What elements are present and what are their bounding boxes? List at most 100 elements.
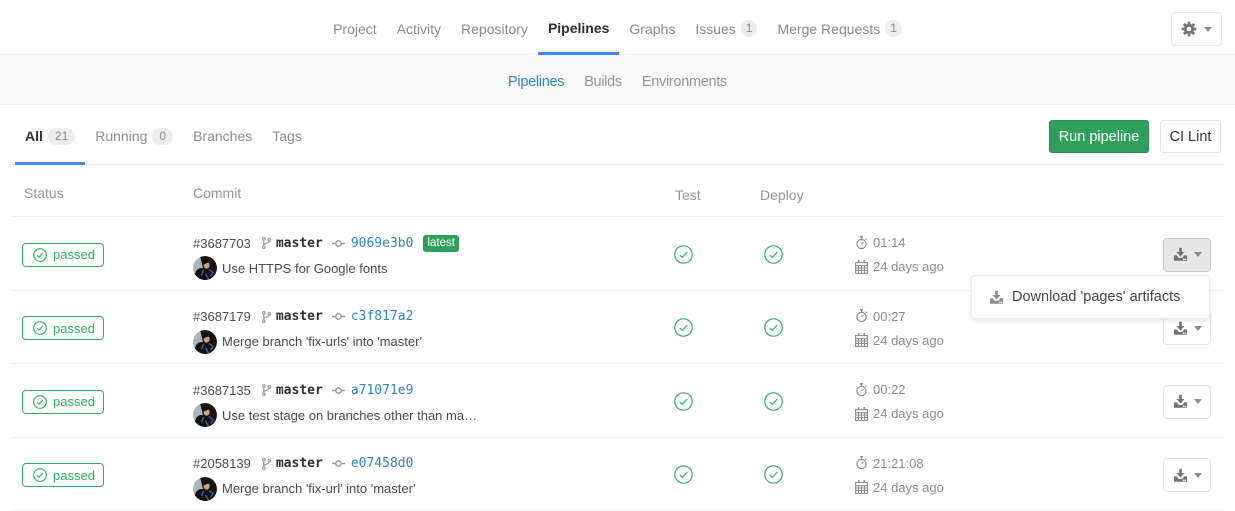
latest-badge: latest: [423, 235, 459, 252]
download-icon: [1173, 394, 1188, 409]
nav-item-activity[interactable]: Activity: [387, 0, 451, 55]
test-stage-passed-icon[interactable]: [674, 318, 693, 337]
project-navbar: Project Activity Repository Pipelines Gr…: [0, 0, 1235, 55]
tab-running[interactable]: Running0: [85, 107, 183, 165]
commit-sha-link[interactable]: a71071e9: [351, 383, 414, 398]
pipeline-duration: 21:21:08: [873, 456, 924, 471]
passed-check-icon: [33, 321, 47, 335]
pipeline-age: 24 days ago: [873, 259, 944, 274]
artifacts-download-dropdown-button[interactable]: [1163, 385, 1211, 419]
status-badge-passed[interactable]: passed: [22, 316, 104, 340]
status-badge-passed[interactable]: passed: [22, 390, 104, 414]
branch-icon: [262, 311, 271, 323]
deploy-stage-passed-icon[interactable]: [764, 392, 783, 411]
deploy-stage-passed-icon[interactable]: [764, 318, 783, 337]
avatar: [193, 330, 217, 354]
pipeline-row: passed #2058139 master e07458d0 Merge br…: [11, 438, 1224, 511]
nav-item-project[interactable]: Project: [323, 0, 387, 55]
issues-count-badge: 1: [741, 20, 758, 37]
artifacts-download-dropdown-button[interactable]: [1163, 238, 1211, 272]
status-badge-passed[interactable]: passed: [22, 463, 104, 487]
branch-link[interactable]: master: [276, 383, 323, 398]
tab-all[interactable]: All21: [15, 107, 85, 165]
subnav-item-environments[interactable]: Environments: [632, 55, 737, 105]
download-icon: [1173, 321, 1188, 336]
commit-message-link[interactable]: Merge branch 'fix-url' into 'master': [222, 481, 415, 496]
passed-check-icon: [33, 468, 47, 482]
pipelines-table: Status Commit Test Deploy passed #368770…: [11, 165, 1224, 511]
pipeline-duration: 00:22: [873, 382, 906, 397]
timer-icon: [855, 456, 868, 470]
commit-icon: [332, 312, 345, 321]
timer-icon: [855, 236, 868, 250]
test-stage-passed-icon[interactable]: [674, 245, 693, 264]
nav-item-issues[interactable]: Issues1: [685, 0, 767, 55]
commit-sha-link[interactable]: c3f817a2: [351, 309, 414, 324]
download-icon: [1173, 468, 1188, 483]
download-icon: [989, 290, 1004, 305]
pipeline-id[interactable]: #3687703: [193, 236, 251, 251]
pipeline-id[interactable]: #2058139: [193, 456, 251, 471]
commit-sha-link[interactable]: e07458d0: [351, 456, 414, 471]
pipeline-row: passed #3687135 master a71071e9 Use test…: [11, 364, 1224, 438]
avatar: [193, 403, 217, 427]
ci-subnav: Pipelines Builds Environments: [0, 55, 1235, 105]
pipeline-age: 24 days ago: [873, 480, 944, 495]
tab-branches[interactable]: Branches: [183, 107, 262, 165]
nav-item-pipelines[interactable]: Pipelines: [538, 0, 619, 55]
nav-item-graphs[interactable]: Graphs: [619, 0, 685, 55]
calendar-icon: [855, 480, 868, 494]
ci-lint-button[interactable]: CI Lint: [1160, 120, 1221, 153]
branch-link[interactable]: master: [276, 456, 323, 471]
test-stage-passed-icon[interactable]: [674, 465, 693, 484]
project-settings-dropdown-button[interactable]: [1171, 12, 1222, 46]
deploy-stage-passed-icon[interactable]: [764, 245, 783, 264]
calendar-icon: [855, 333, 868, 347]
header-test: Test: [665, 183, 755, 203]
subnav-item-builds[interactable]: Builds: [574, 55, 632, 105]
avatar: [193, 477, 217, 501]
passed-check-icon: [33, 395, 47, 409]
nav-item-repository[interactable]: Repository: [451, 0, 538, 55]
avatar: [193, 256, 217, 280]
pipeline-age: 24 days ago: [873, 333, 944, 348]
all-count-badge: 21: [48, 128, 75, 145]
passed-check-icon: [33, 248, 47, 262]
pipeline-id[interactable]: #3687179: [193, 309, 251, 324]
calendar-icon: [855, 260, 868, 274]
pipeline-age: 24 days ago: [873, 406, 944, 421]
tab-tags[interactable]: Tags: [262, 107, 312, 165]
branch-link[interactable]: master: [276, 236, 323, 251]
pipelines-toolbar: All21 Running0 Branches Tags Run pipelin…: [11, 107, 1224, 165]
artifacts-download-dropdown-button[interactable]: [1163, 458, 1211, 492]
test-stage-passed-icon[interactable]: [674, 392, 693, 411]
branch-icon: [262, 384, 271, 396]
caret-down-icon: [1194, 399, 1202, 404]
pipeline-duration: 00:27: [873, 309, 906, 324]
table-header: Status Commit Test Deploy: [11, 165, 1224, 217]
commit-message-link[interactable]: Use HTTPS for Google fonts: [222, 261, 387, 276]
pipeline-id[interactable]: #3687135: [193, 383, 251, 398]
status-badge-passed[interactable]: passed: [22, 243, 104, 267]
caret-down-icon: [1194, 252, 1202, 257]
nav-item-merge-requests[interactable]: Merge Requests1: [767, 0, 911, 55]
commit-message-link[interactable]: Use test stage on branches other than ma…: [222, 408, 477, 423]
project-nav-list: Project Activity Repository Pipelines Gr…: [0, 0, 1235, 55]
header-deploy: Deploy: [755, 183, 845, 203]
deploy-stage-passed-icon[interactable]: [764, 465, 783, 484]
running-count-badge: 0: [152, 128, 173, 145]
caret-down-icon: [1204, 27, 1212, 32]
pipeline-rows: passed #3687703 master 9069e3b0 latest U…: [11, 217, 1224, 511]
branch-link[interactable]: master: [276, 309, 323, 324]
commit-icon: [332, 239, 345, 248]
artifacts-dropdown-menu: Download 'pages' artifacts: [971, 275, 1210, 319]
timer-icon: [855, 309, 868, 323]
download-pages-artifacts-item[interactable]: Download 'pages' artifacts: [1012, 289, 1180, 305]
branch-icon: [262, 458, 271, 470]
header-commit: Commit: [181, 185, 665, 201]
subnav-item-pipelines[interactable]: Pipelines: [498, 55, 574, 105]
merge-requests-count-badge: 1: [885, 20, 902, 37]
commit-message-link[interactable]: Merge branch 'fix-urls' into 'master': [222, 334, 422, 349]
run-pipeline-button[interactable]: Run pipeline: [1049, 120, 1149, 153]
commit-sha-link[interactable]: 9069e3b0: [351, 236, 414, 251]
